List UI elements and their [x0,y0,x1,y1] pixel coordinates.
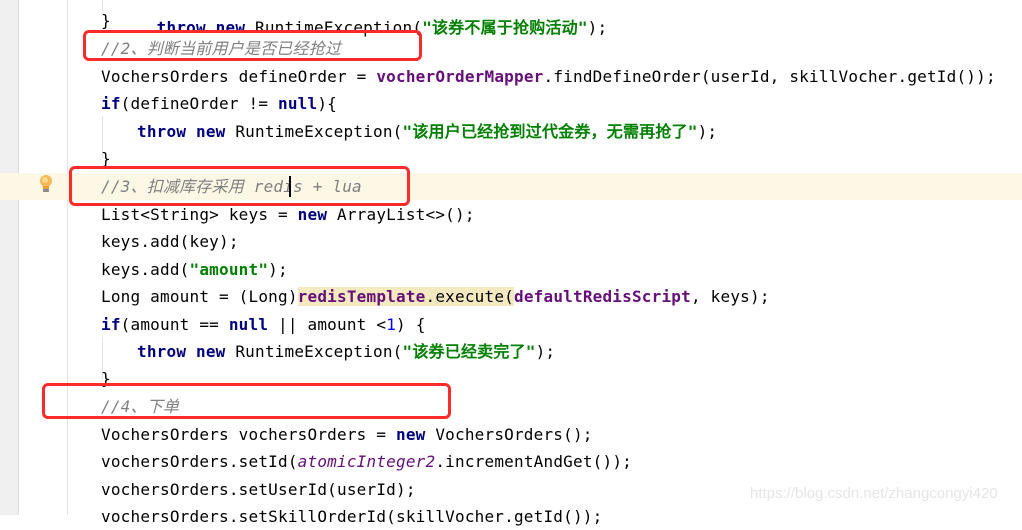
keyword: new [297,205,328,224]
code-text: || amount < [268,315,387,334]
code-text: VochersOrders defineOrder = [101,67,377,86]
code-text: keys.add(key); [101,232,239,251]
field-reference-highlighted: redisTemplate [297,287,426,306]
code-text: RuntimeException( [225,122,403,141]
annotation-box-step2 [83,30,422,61]
keyword: if [101,315,121,334]
code-line[interactable]: throw new RuntimeException("该券已经卖完了"); [137,338,555,365]
annotation-box-step3 [69,166,410,206]
string-literal: "该券不属于抢购活动" [422,18,588,37]
keyword: null [278,94,318,113]
code-line[interactable]: vochersOrders.setId(atomicInteger2.incre… [101,448,632,475]
code-text: vochersOrders.setId( [101,452,298,471]
code-text: , keys); [690,287,770,306]
closing-brace: } [101,11,111,30]
code-text: ); [587,18,608,37]
code-text: (amount == [120,315,229,334]
annotation-box-step4 [42,383,451,419]
code-text: ) { [396,315,426,334]
string-literal: "amount" [189,260,269,279]
code-line[interactable]: throw new RuntimeException("该用户已经抢到过代金券，… [137,118,717,145]
number-literal: 1 [386,315,397,334]
code-line[interactable]: VochersOrders vochersOrders = new Vocher… [101,421,593,448]
keyword: throw [137,122,187,141]
code-line[interactable]: throw new RuntimeException("该券不属于抢购活动"); [137,0,607,37]
code-line[interactable]: if(defineOrder != null){ [101,90,337,117]
keyword: throw [137,342,187,361]
code-text: .incrementAndGet()); [435,452,632,471]
code-text: ArrayList<>(); [327,205,475,224]
code-text: RuntimeException( [225,342,403,361]
code-line[interactable]: if(amount == null || amount <1) { [101,311,426,338]
string-literal: "该用户已经抢到过代金券，无需再抢了" [402,122,698,141]
code-text: vochersOrders.setUserId(userId); [101,480,416,499]
field-reference: defaultRedisScript [513,287,691,306]
code-text: VochersOrders vochersOrders = [101,425,396,444]
code-text: VochersOrders(); [425,425,593,444]
code-text: ); [697,122,718,141]
keyword: null [228,315,269,334]
keyword: new [196,122,226,141]
editor-gutter[interactable] [19,0,68,515]
code-line[interactable]: vochersOrders.setSkillOrderId(skillVoche… [101,503,602,530]
code-text: keys.add( [101,260,190,279]
keyword: new [395,425,426,444]
code-text: ); [535,342,556,361]
keyword: new [196,342,226,361]
string-literal: "该券已经卖完了" [402,342,536,361]
static-field-reference: atomicInteger2 [297,452,436,471]
lightbulb-icon[interactable] [38,174,54,194]
code-line[interactable]: keys.add("amount"); [101,256,288,283]
code-line[interactable]: Long amount = (Long)redisTemplate.execut… [101,283,770,310]
code-text: ); [268,260,288,279]
code-text: (defineOrder != [120,94,278,113]
field-reference: vocherOrderMapper [376,67,544,86]
code-text: .execute( [425,287,514,306]
watermark: https://blog.csdn.net/zhangcongyi420 [750,485,998,502]
code-text: Long amount = (Long) [101,287,298,306]
code-text: List<String> keys = [101,205,298,224]
keyword: if [101,94,121,113]
code-text: vochersOrders.setSkillOrderId(skillVoche… [101,507,603,526]
tool-window-strip [0,0,19,515]
code-text: .findDefineOrder(userId, skillVocher.get… [543,67,996,86]
code-line[interactable]: keys.add(key); [101,228,239,255]
code-line[interactable]: vochersOrders.setUserId(userId); [101,476,416,503]
code-text: ){ [317,94,338,113]
code-line[interactable]: VochersOrders defineOrder = vocherOrderM… [101,63,996,90]
